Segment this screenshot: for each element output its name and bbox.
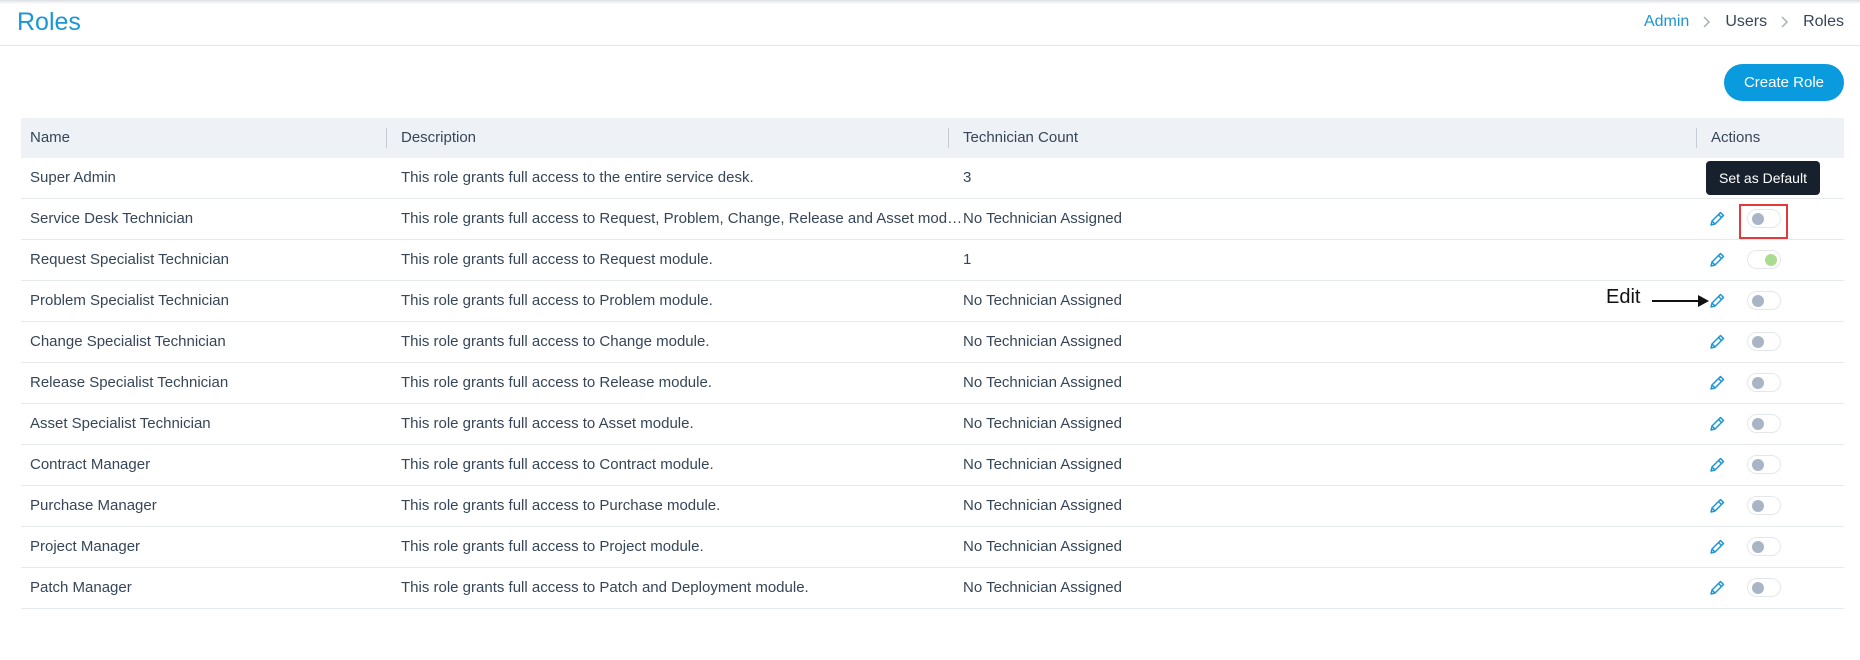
page-title: Roles [17,8,81,36]
toggle-knob [1752,336,1764,348]
pencil-icon[interactable] [1708,538,1726,556]
column-header-technician-count[interactable]: Technician Count [963,118,1078,158]
role-description: This role grants full access to Request,… [401,210,966,227]
set-default-toggle[interactable] [1747,455,1781,474]
pencil-icon[interactable] [1708,210,1726,228]
column-divider [386,128,387,148]
table-row[interactable]: Problem Specialist Technician This role g… [21,281,1844,322]
role-name[interactable]: Problem Specialist Technician [30,281,390,321]
table-row[interactable]: Release Specialist Technician This role g… [21,363,1844,404]
set-default-toggle[interactable] [1747,373,1781,392]
pencil-icon[interactable] [1708,333,1726,351]
toggle-knob [1752,377,1764,389]
set-default-toggle[interactable] [1747,496,1781,515]
table-row[interactable]: Contract Manager This role grants full ac… [21,445,1844,486]
breadcrumb-admin[interactable]: Admin [1644,13,1689,31]
set-default-toggle[interactable] [1747,537,1781,556]
role-name[interactable]: Request Specialist Technician [30,240,390,280]
chevron-right-icon [1703,16,1711,28]
roles-table: Name Description Technician Count Action… [21,118,1844,609]
role-description: This role grants full access to Purchase… [401,497,721,514]
technician-count: 3 [963,169,972,186]
table-header: Name Description Technician Count Action… [21,118,1844,158]
create-role-button[interactable]: Create Role [1724,64,1844,101]
breadcrumb-users[interactable]: Users [1725,13,1767,31]
column-divider [948,128,949,148]
chevron-right-icon [1781,16,1789,28]
set-as-default-tooltip: Set as Default [1706,161,1820,195]
technician-count: No Technician Assigned [963,415,1122,432]
role-description: This role grants full access to Contract… [401,456,714,473]
role-name[interactable]: Service Desk Technician [30,199,390,239]
technician-count: No Technician Assigned [963,538,1122,555]
role-description: This role grants full access to Problem … [401,292,713,309]
column-header-actions: Actions [1711,129,1761,146]
role-name[interactable]: Contract Manager [30,445,390,485]
set-default-toggle[interactable] [1747,414,1781,433]
pencil-icon[interactable] [1708,251,1726,269]
set-default-toggle[interactable] [1747,291,1781,310]
table-row[interactable]: Asset Specialist Technician This role gra… [21,404,1844,445]
role-name[interactable]: Change Specialist Technician [30,322,390,362]
breadcrumb: Admin Users Roles [1644,13,1844,31]
role-description: This role grants full access to the enti… [401,169,754,186]
role-name[interactable]: Asset Specialist Technician [30,404,390,444]
table-row[interactable]: Project Manager This role grants full acc… [21,527,1844,568]
arrow-right-icon [1652,295,1709,307]
role-description: This role grants full access to Project … [401,538,704,555]
table-body: Super Admin This role grants full access … [21,158,1844,609]
toggle-knob [1752,295,1764,307]
pencil-icon[interactable] [1708,415,1726,433]
technician-count: No Technician Assigned [963,579,1122,596]
technician-count: No Technician Assigned [963,292,1122,309]
pencil-icon[interactable] [1708,579,1726,597]
pencil-icon[interactable] [1708,497,1726,515]
breadcrumb-roles: Roles [1803,13,1844,30]
role-name[interactable]: Patch Manager [30,568,390,608]
role-description: This role grants full access to Patch an… [401,579,809,596]
toggle-knob [1752,459,1764,471]
toggle-knob [1765,254,1777,266]
role-name[interactable]: Purchase Manager [30,486,390,526]
column-header-description[interactable]: Description [401,118,476,158]
set-default-toggle[interactable] [1747,332,1781,351]
edit-annotation-label: Edit [1606,286,1641,308]
column-header-name[interactable]: Name [30,118,70,158]
table-row[interactable]: Request Specialist Technician This role g… [21,240,1844,281]
page-header: Roles Admin Users Roles [0,0,1860,46]
toggle-knob [1752,418,1764,430]
technician-count: No Technician Assigned [963,456,1122,473]
table-row[interactable]: Service Desk Technician This role grants … [21,199,1844,240]
table-row[interactable]: Purchase Manager This role grants full ac… [21,486,1844,527]
role-name[interactable]: Release Specialist Technician [30,363,390,403]
pencil-icon[interactable] [1708,292,1726,310]
role-name[interactable]: Super Admin [30,158,390,198]
role-name[interactable]: Project Manager [30,527,390,567]
toggle-knob [1752,541,1764,553]
role-description: This role grants full access to Release … [401,374,712,391]
technician-count: No Technician Assigned [963,333,1122,350]
table-row[interactable]: Change Specialist Technician This role gr… [21,322,1844,363]
role-description: This role grants full access to Asset mo… [401,415,694,432]
toggle-knob [1752,500,1764,512]
role-description: This role grants full access to Change m… [401,333,710,350]
table-row[interactable]: Patch Manager This role grants full acces… [21,568,1844,609]
pencil-icon[interactable] [1708,374,1726,392]
highlight-box [1739,204,1788,239]
technician-count: No Technician Assigned [963,210,1122,227]
technician-count: No Technician Assigned [963,374,1122,391]
set-default-toggle[interactable] [1747,578,1781,597]
technician-count: 1 [963,251,972,268]
role-description: This role grants full access to Request … [401,251,713,268]
set-default-toggle[interactable] [1747,250,1781,269]
technician-count: No Technician Assigned [963,497,1122,514]
table-row[interactable]: Super Admin This role grants full access … [21,158,1844,199]
toggle-knob [1752,582,1764,594]
pencil-icon[interactable] [1708,456,1726,474]
column-divider [1696,128,1697,148]
